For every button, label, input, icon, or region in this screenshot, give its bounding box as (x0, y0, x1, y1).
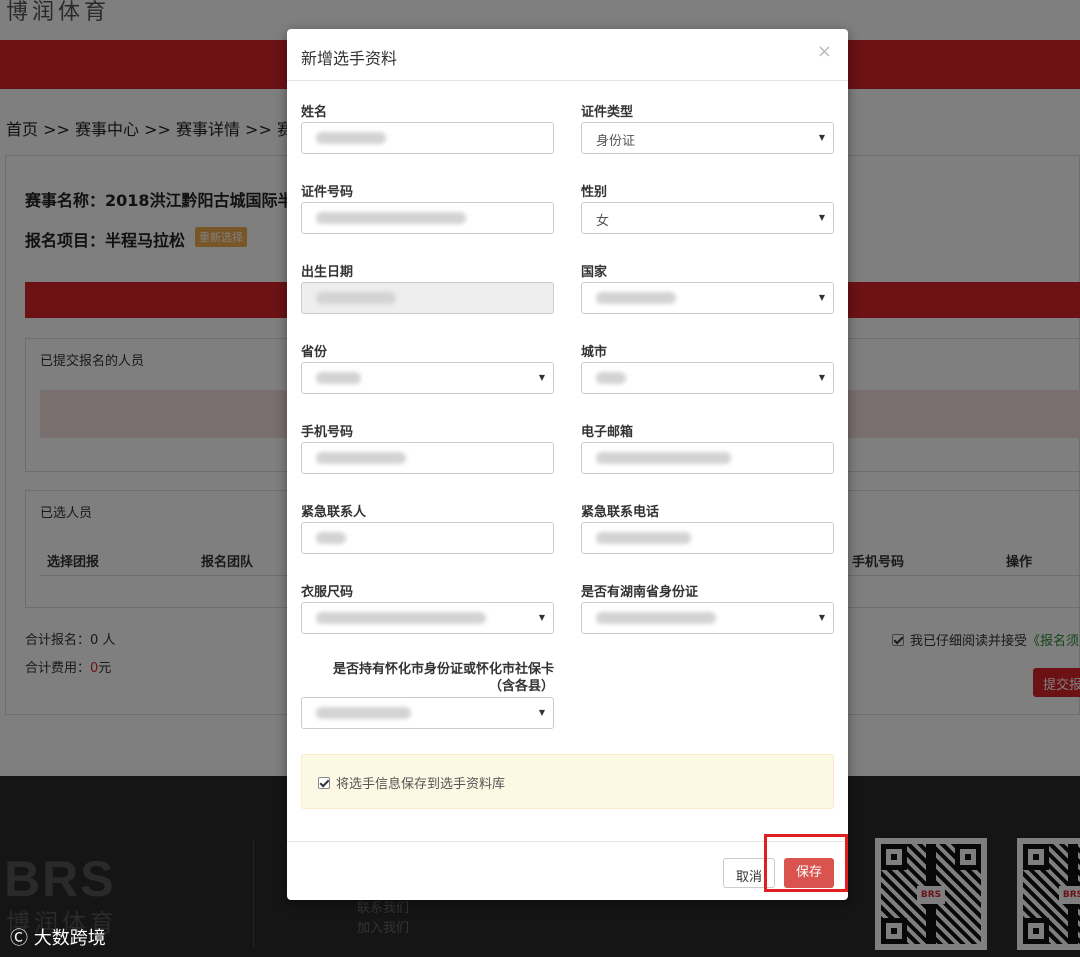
hunan-id-select[interactable]: ▼ (581, 602, 834, 634)
add-player-modal: 新增选手资料 × 姓名 证件类型 身份证 ▼ 证件号码 性别 女 ▼ 出生日期 国家… (287, 29, 848, 900)
save-to-library-label: 将选手信息保存到选手资料库 (336, 777, 506, 792)
chevron-down-icon: ▼ (538, 708, 545, 717)
gender-select[interactable]: 女 ▼ (581, 202, 834, 234)
emergency-contact-input[interactable] (301, 522, 554, 554)
email-group: 电子邮箱 (581, 421, 834, 474)
huaihua-id-label: 是否持有怀化市身份证或怀化市社保卡 （含各县） (301, 661, 554, 695)
modal-title: 新增选手资料 (301, 49, 398, 68)
chevron-down-icon: ▼ (818, 373, 825, 382)
hunan-id-label: 是否有湖南省身份证 (581, 585, 699, 600)
phone-group: 手机号码 (301, 421, 554, 474)
country-select[interactable]: ▼ (581, 282, 834, 314)
id-number-group: 证件号码 (301, 181, 554, 234)
city-select[interactable]: ▼ (581, 362, 834, 394)
emergency-contact-label: 紧急联系人 (301, 505, 367, 520)
huaihua-id-group: 是否持有怀化市身份证或怀化市社保卡 （含各县） ▼ (301, 661, 554, 729)
chevron-down-icon: ▼ (818, 133, 825, 142)
city-label: 城市 (581, 345, 608, 360)
country-group: 国家 ▼ (581, 261, 834, 314)
email-label: 电子邮箱 (581, 425, 634, 440)
chevron-down-icon: ▼ (538, 613, 545, 622)
huaihua-id-label-line1: 是否持有怀化市身份证或怀化市社保卡 (332, 662, 554, 677)
chevron-down-icon: ▼ (818, 213, 825, 222)
email-input[interactable] (581, 442, 834, 474)
save-to-library-alert: 将选手信息保存到选手资料库 (301, 754, 834, 809)
province-select[interactable]: ▼ (301, 362, 554, 394)
chevron-down-icon: ▼ (818, 293, 825, 302)
watermark: Ⓒ 大数跨境 (10, 928, 106, 949)
id-type-group: 证件类型 身份证 ▼ (581, 101, 834, 154)
gender-group: 性别 女 ▼ (581, 181, 834, 234)
country-label: 国家 (581, 265, 608, 280)
gender-label: 性别 (581, 185, 608, 200)
hunan-id-group: 是否有湖南省身份证 ▼ (581, 581, 834, 634)
id-type-value: 身份证 (596, 134, 636, 149)
id-number-label: 证件号码 (301, 185, 354, 200)
shirt-size-select[interactable]: ▼ (301, 602, 554, 634)
city-group: 城市 ▼ (581, 341, 834, 394)
shirt-size-label: 衣服尺码 (301, 585, 354, 600)
name-group: 姓名 (301, 101, 554, 154)
save-to-library-checkbox[interactable] (318, 777, 330, 789)
id-type-select[interactable]: 身份证 ▼ (581, 122, 834, 154)
id-number-input[interactable] (301, 202, 554, 234)
name-label: 姓名 (301, 105, 328, 120)
huaihua-id-label-line2: （含各县） (488, 679, 554, 694)
province-label: 省份 (301, 345, 328, 360)
modal-header: 新增选手资料 × (287, 29, 848, 81)
watermark-text: 大数跨境 (33, 928, 106, 949)
emergency-contact-group: 紧急联系人 (301, 501, 554, 554)
huaihua-id-select[interactable]: ▼ (301, 697, 554, 729)
birthdate-label: 出生日期 (301, 265, 354, 280)
chevron-down-icon: ▼ (818, 613, 825, 622)
chevron-down-icon: ▼ (538, 373, 545, 382)
emergency-phone-input[interactable] (581, 522, 834, 554)
phone-input[interactable] (301, 442, 554, 474)
birthdate-input (301, 282, 554, 314)
close-icon[interactable]: × (817, 41, 832, 62)
emergency-phone-label: 紧急联系电话 (581, 505, 660, 520)
shirt-size-group: 衣服尺码 ▼ (301, 581, 554, 634)
gender-value: 女 (596, 214, 610, 229)
emergency-phone-group: 紧急联系电话 (581, 501, 834, 554)
province-group: 省份 ▼ (301, 341, 554, 394)
id-type-label: 证件类型 (581, 105, 634, 120)
birthdate-group: 出生日期 (301, 261, 554, 314)
save-highlight-annotation (764, 834, 848, 892)
phone-label: 手机号码 (301, 425, 354, 440)
name-input[interactable] (301, 122, 554, 154)
